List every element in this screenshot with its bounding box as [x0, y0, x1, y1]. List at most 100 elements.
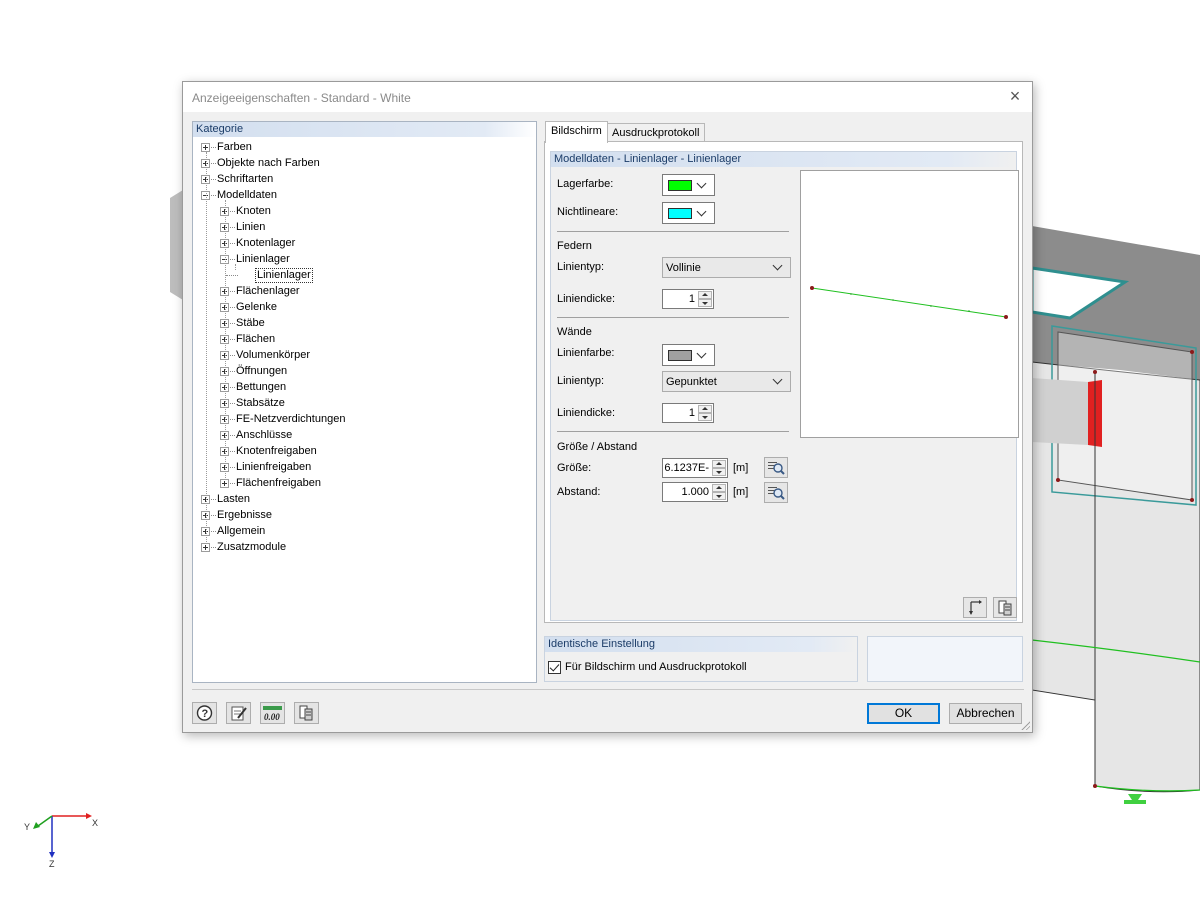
- tree-item[interactable]: Stäbe: [193, 315, 533, 331]
- groesse-spinner[interactable]: 6.1237E-: [662, 458, 728, 478]
- tree-item-label: Knoten: [236, 205, 271, 217]
- tab-ausdruckprotokoll[interactable]: Ausdruckprotokoll: [606, 123, 706, 143]
- expand-plus-icon[interactable]: [201, 143, 210, 152]
- footer-separator: [192, 689, 1024, 690]
- copy-icon: [998, 600, 1012, 616]
- spinner-buttons[interactable]: [712, 460, 726, 476]
- tab-label: Bildschirm: [551, 125, 602, 137]
- tree-item-label: Schriftarten: [217, 173, 274, 185]
- units-button[interactable]: 0.00: [260, 702, 285, 724]
- ok-button[interactable]: OK: [867, 703, 940, 724]
- tree-item[interactable]: Modelldaten: [193, 187, 533, 203]
- axis-triad: X Y Z: [24, 813, 98, 869]
- federn-linientyp-value: Vollinie: [666, 262, 701, 274]
- groesse-pick-button[interactable]: [764, 457, 788, 478]
- spin-up-icon[interactable]: [712, 484, 726, 492]
- tree-connector: [211, 499, 216, 500]
- tree-item[interactable]: Gelenke: [193, 299, 533, 315]
- spin-up-icon[interactable]: [712, 460, 726, 468]
- chevron-down-icon: [696, 206, 707, 217]
- identical-setting-label: Für Bildschirm und Ausdruckprotokoll: [565, 661, 747, 673]
- units-icon: 0.00: [263, 706, 282, 722]
- cancel-button[interactable]: Abbrechen: [949, 703, 1022, 724]
- identical-setting-checkbox[interactable]: [548, 661, 561, 674]
- spin-up-icon[interactable]: [698, 405, 712, 413]
- tree-item-label: Bettungen: [236, 381, 287, 393]
- copy-settings-button[interactable]: [993, 597, 1017, 618]
- identical-setting-header: Identische Einstellung: [545, 637, 857, 652]
- spin-up-icon[interactable]: [698, 291, 712, 299]
- spin-down-icon[interactable]: [712, 468, 726, 476]
- spin-down-icon[interactable]: [698, 299, 712, 307]
- tree-item[interactable]: Stabsätze: [193, 395, 533, 411]
- tree-item[interactable]: Linienlager: [193, 267, 533, 283]
- tree-item[interactable]: Volumenkörper: [193, 347, 533, 363]
- tree-item[interactable]: Schriftarten: [193, 171, 533, 187]
- spinner-buttons[interactable]: [698, 291, 712, 307]
- tree-item[interactable]: Linien: [193, 219, 533, 235]
- tree-item[interactable]: Zusatzmodule: [193, 539, 533, 555]
- waende-liniendicke-spinner[interactable]: 1: [662, 403, 714, 423]
- tree-item-label: Volumenkörper: [236, 349, 310, 361]
- federn-linientyp-select[interactable]: Vollinie: [662, 257, 791, 278]
- tree-item[interactable]: Objekte nach Farben: [193, 155, 533, 171]
- preview-window: [800, 170, 1019, 438]
- svg-text:0.00: 0.00: [264, 712, 280, 722]
- tree-item[interactable]: Flächenlager: [193, 283, 533, 299]
- tab-bildschirm[interactable]: Bildschirm: [545, 121, 608, 143]
- tree-item-label: Knotenfreigaben: [236, 445, 317, 457]
- tree-item[interactable]: Knoten: [193, 203, 533, 219]
- lagerfarbe-color-picker[interactable]: [662, 174, 715, 196]
- waende-linientyp-select[interactable]: Gepunktet: [662, 371, 791, 392]
- waende-linienfarbe-picker[interactable]: [662, 344, 715, 366]
- axis-view-button[interactable]: [963, 597, 987, 618]
- expand-plus-icon[interactable]: [201, 543, 210, 552]
- close-icon: ×: [1009, 86, 1021, 106]
- tree-item[interactable]: Anschlüsse: [193, 427, 533, 443]
- help-button[interactable]: ?: [192, 702, 217, 724]
- copy-button[interactable]: [294, 702, 319, 724]
- chevron-down-icon: [772, 260, 783, 271]
- waende-liniendicke-value: 1: [688, 407, 695, 419]
- info-panel: [867, 636, 1023, 682]
- federn-liniendicke-spinner[interactable]: 1: [662, 289, 714, 309]
- spinner-buttons[interactable]: [712, 484, 726, 500]
- tree-item[interactable]: Flächenfreigaben: [193, 475, 533, 491]
- tree-item[interactable]: Allgemein: [193, 523, 533, 539]
- lagerfarbe-label: Lagerfarbe:: [557, 178, 614, 190]
- tree-guide-line: [225, 200, 226, 478]
- tree-item[interactable]: Farben: [193, 139, 533, 155]
- spin-down-icon[interactable]: [698, 413, 712, 421]
- tree-item[interactable]: Knotenlager: [193, 235, 533, 251]
- tree-item-label: Öffnungen: [236, 365, 288, 377]
- tree-item[interactable]: Öffnungen: [193, 363, 533, 379]
- tree-item[interactable]: Knotenfreigaben: [193, 443, 533, 459]
- close-button[interactable]: ×: [1004, 86, 1026, 108]
- tree-item[interactable]: Bettungen: [193, 379, 533, 395]
- tree-item[interactable]: Ergebnisse: [193, 507, 533, 523]
- tree-item[interactable]: FE-Netzverdichtungen: [193, 411, 533, 427]
- spin-down-icon[interactable]: [712, 492, 726, 500]
- model-node: [1190, 350, 1194, 354]
- edit-button[interactable]: [226, 702, 251, 724]
- tree-item[interactable]: Lasten: [193, 491, 533, 507]
- tree-item-label: Anschlüsse: [236, 429, 293, 441]
- tree-connector: [211, 147, 216, 148]
- tree-item[interactable]: Linienfreigaben: [193, 459, 533, 475]
- tree-connector: [230, 211, 235, 212]
- tree-connector: [230, 483, 235, 484]
- nichtlineare-color-picker[interactable]: [662, 202, 715, 224]
- waende-linienfarbe-label: Linienfarbe:: [557, 347, 615, 359]
- abstand-spinner[interactable]: 1.000: [662, 482, 728, 502]
- expand-plus-icon[interactable]: [220, 479, 229, 488]
- abstand-pick-button[interactable]: [764, 482, 788, 503]
- tree-item[interactable]: Flächen: [193, 331, 533, 347]
- model-node: [1093, 784, 1097, 788]
- tree-item[interactable]: Linienlager: [193, 251, 533, 267]
- axis-x-label: X: [92, 818, 98, 828]
- tree-connector: [211, 515, 216, 516]
- tree-item-label: Linienlager: [255, 268, 313, 283]
- spinner-buttons[interactable]: [698, 405, 712, 421]
- waende-linienfarbe-swatch: [668, 350, 692, 361]
- dialog-titlebar[interactable]: Anzeigeeigenschaften - Standard - White …: [183, 82, 1032, 112]
